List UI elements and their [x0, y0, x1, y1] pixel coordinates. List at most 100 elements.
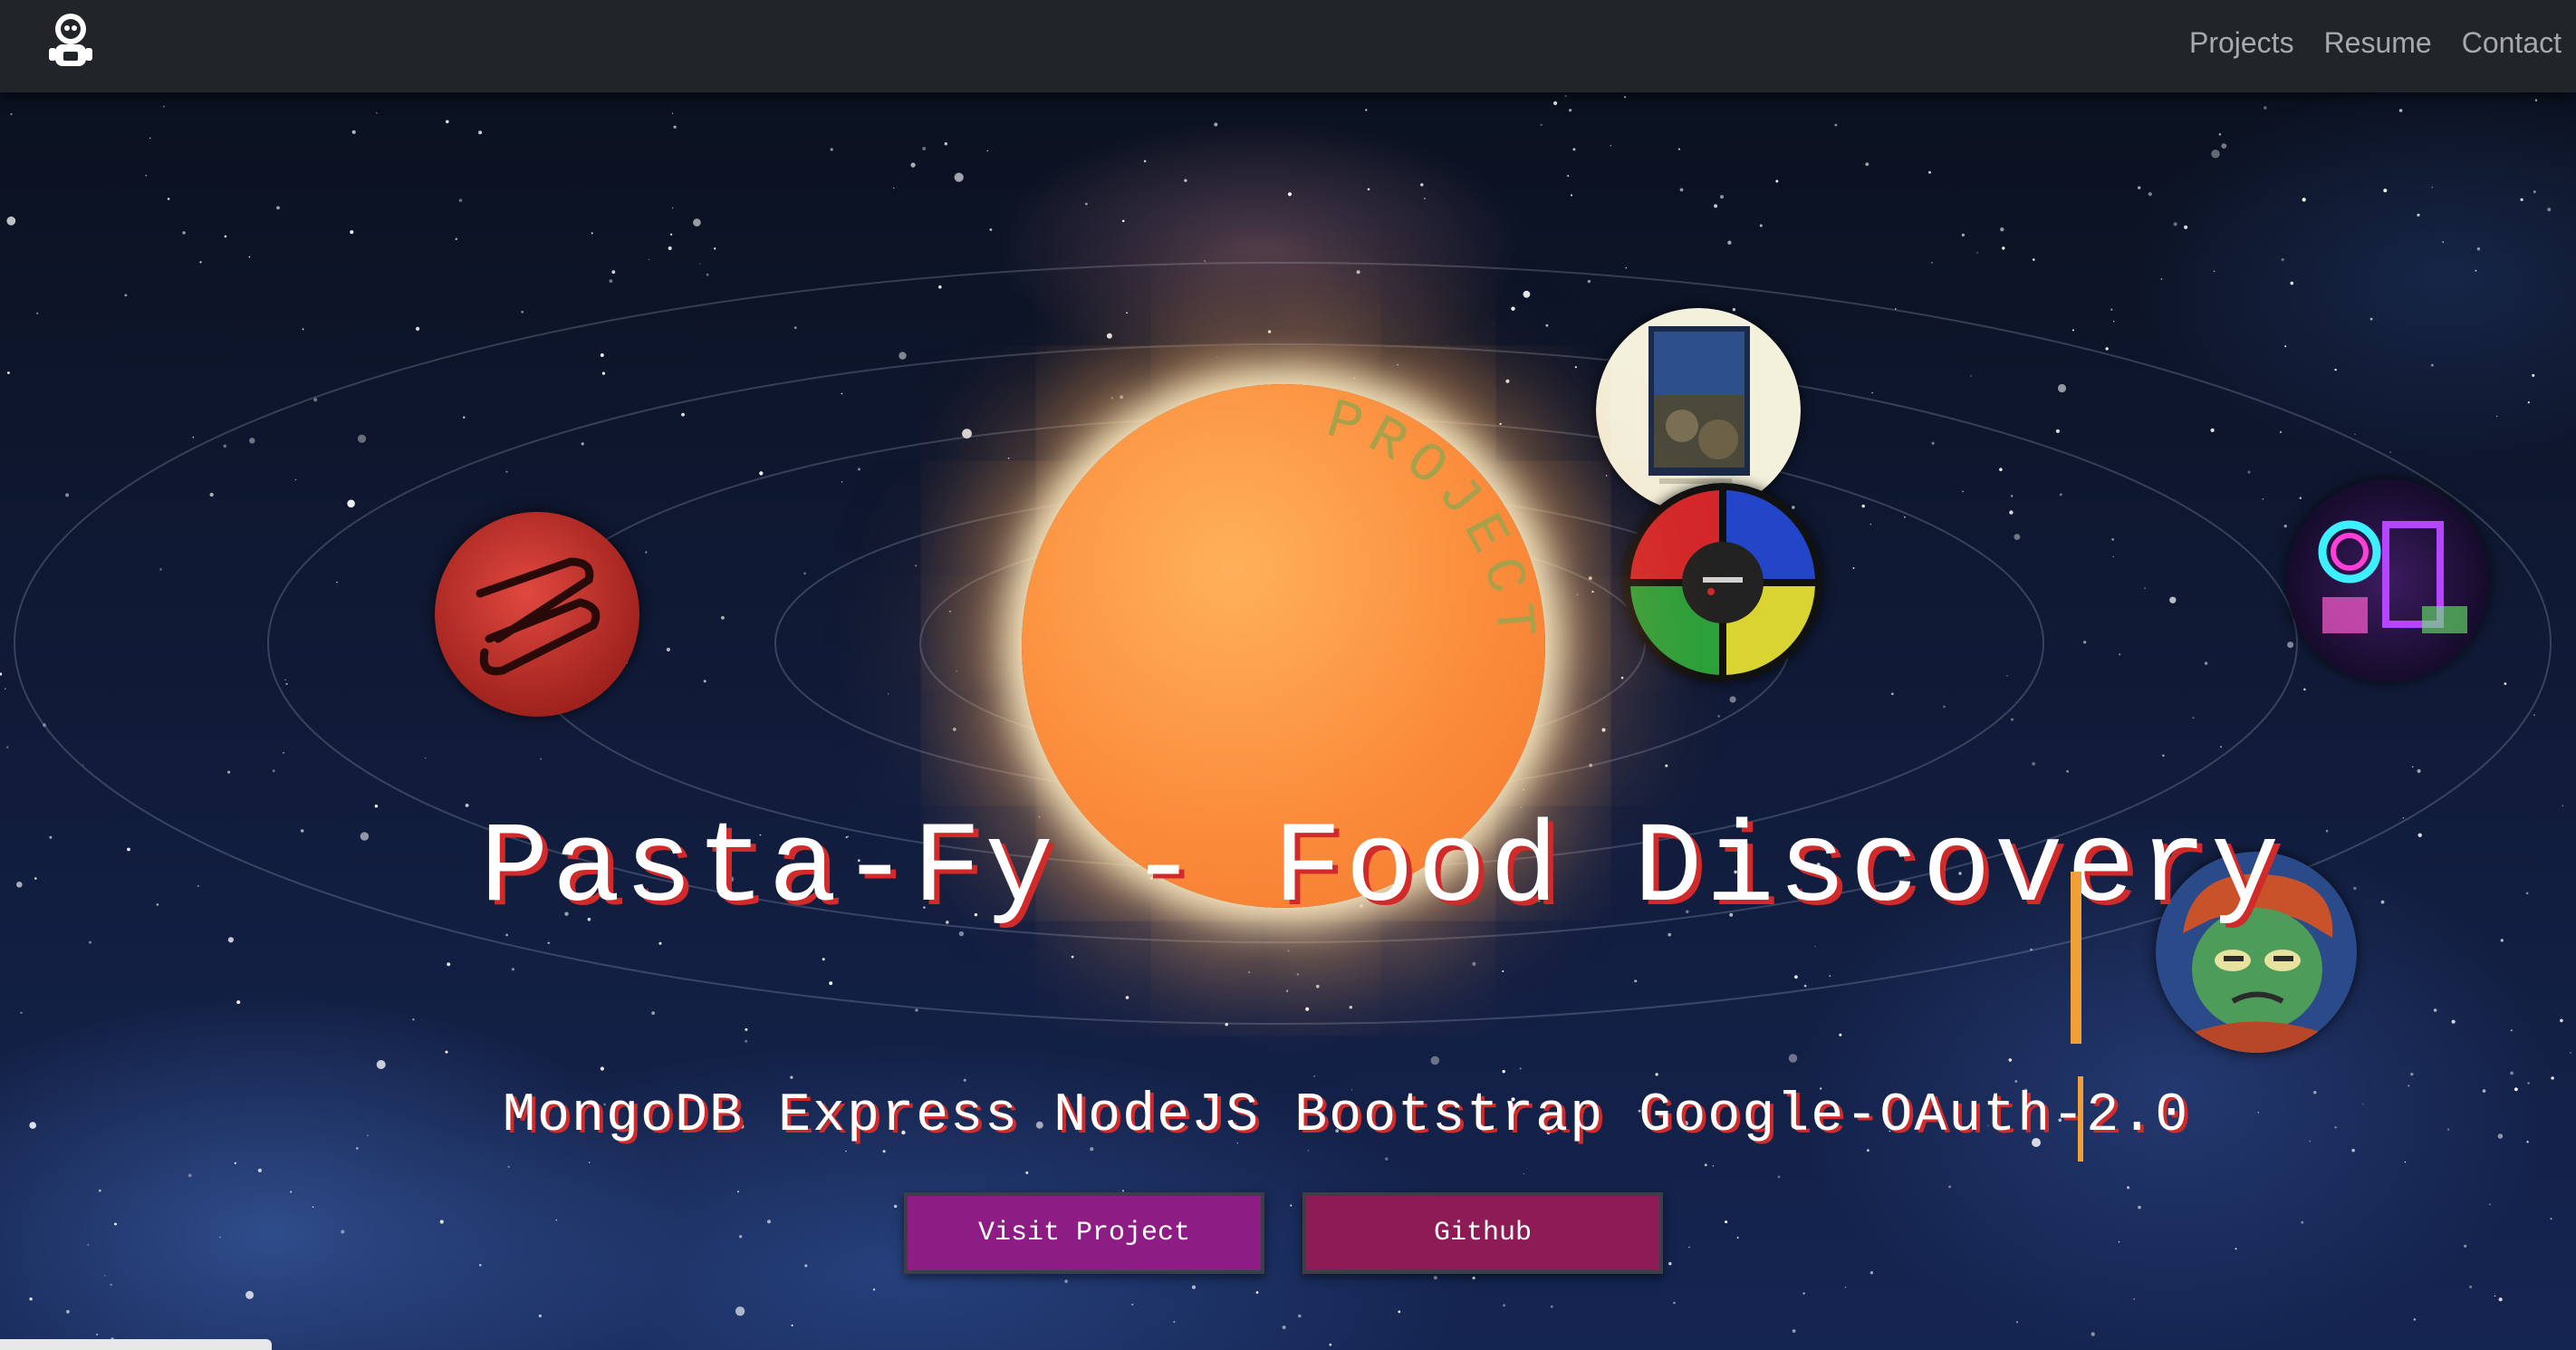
star	[735, 1307, 745, 1316]
star	[1313, 1075, 1315, 1077]
star	[2413, 1318, 2417, 1321]
star	[2211, 149, 2220, 159]
star	[1472, 961, 1476, 966]
star	[2220, 746, 2222, 748]
star	[1569, 109, 1572, 112]
star	[96, 1334, 98, 1336]
visit-project-button[interactable]: Visit Project	[904, 1192, 1264, 1274]
star	[1891, 692, 1894, 696]
pc-rgb-planet-icon[interactable]	[2286, 479, 2489, 682]
star	[2464, 1244, 2467, 1248]
star	[224, 235, 227, 238]
star	[793, 326, 797, 330]
star	[1365, 109, 1368, 111]
star	[2551, 1076, 2554, 1080]
star	[1545, 323, 1549, 327]
star	[1591, 590, 1594, 593]
star	[671, 207, 674, 209]
star	[313, 398, 318, 402]
star	[6, 216, 16, 226]
star	[2279, 430, 2283, 434]
star	[2351, 1148, 2355, 1152]
star	[668, 246, 672, 251]
github-button[interactable]: Github	[1302, 1192, 1663, 1274]
star	[197, 884, 199, 887]
star	[478, 130, 483, 135]
star	[938, 285, 942, 289]
star	[505, 470, 508, 473]
star	[671, 112, 674, 114]
star	[376, 112, 378, 114]
star	[1255, 1291, 1259, 1294]
star	[234, 1162, 236, 1164]
star	[300, 829, 304, 833]
typing-cursor-tech	[2078, 1076, 2083, 1162]
typing-cursor-title	[2071, 872, 2081, 1044]
star	[2006, 675, 2008, 677]
star	[455, 237, 458, 241]
star	[1870, 1271, 1874, 1275]
star	[2184, 225, 2188, 229]
star	[159, 568, 162, 571]
star	[1852, 567, 1855, 569]
star	[2504, 682, 2507, 685]
star	[2494, 1295, 2496, 1297]
star	[245, 1290, 255, 1299]
star	[2302, 198, 2306, 202]
star	[2283, 525, 2287, 528]
star	[16, 882, 23, 888]
star	[1523, 290, 1531, 298]
star	[804, 1264, 808, 1268]
nav-links: Projects Resume Contact	[2159, 0, 2562, 85]
astronaut-icon[interactable]	[40, 9, 101, 71]
star	[1727, 240, 1732, 245]
star	[1571, 194, 1572, 197]
star	[2281, 258, 2284, 262]
star	[1126, 312, 1128, 314]
star	[2112, 555, 2114, 558]
nav-link-projects[interactable]: Projects	[2189, 26, 2294, 60]
star	[1624, 96, 1626, 99]
star	[2303, 688, 2306, 691]
nav-link-resume[interactable]: Resume	[2324, 26, 2432, 60]
star	[1777, 1175, 1781, 1179]
red-logo-planet-icon[interactable]	[435, 512, 639, 717]
star	[1720, 195, 1724, 199]
star	[2290, 281, 2294, 285]
star	[2262, 498, 2264, 500]
star	[2213, 270, 2216, 273]
star	[2113, 321, 2115, 323]
star	[1576, 593, 1579, 595]
star	[2138, 186, 2141, 189]
star	[645, 551, 648, 554]
star	[1999, 468, 2003, 471]
star	[1282, 1325, 1286, 1330]
star	[1025, 1171, 1029, 1174]
star	[511, 968, 515, 971]
star	[2417, 768, 2421, 774]
star	[1125, 996, 1129, 999]
star	[347, 499, 355, 508]
star	[601, 371, 606, 375]
star	[2119, 653, 2121, 656]
star	[110, 1283, 112, 1287]
star	[36, 312, 39, 314]
nav-link-contact[interactable]: Contact	[2462, 26, 2562, 60]
star	[290, 1191, 293, 1193]
star	[312, 1206, 314, 1208]
star	[1120, 395, 1124, 400]
simon-game-planet-icon[interactable]	[1623, 483, 1822, 682]
photo-thumbnail-planet-icon[interactable]	[1596, 308, 1801, 513]
star	[167, 198, 170, 200]
star	[706, 273, 709, 276]
star	[1834, 123, 1838, 127]
star	[669, 233, 673, 236]
star	[227, 937, 234, 943]
star	[1564, 95, 1567, 97]
star	[182, 231, 186, 235]
star	[699, 263, 701, 265]
star	[1397, 363, 1399, 366]
star	[745, 1039, 748, 1043]
star	[2447, 1128, 2450, 1131]
star	[1665, 764, 1668, 767]
